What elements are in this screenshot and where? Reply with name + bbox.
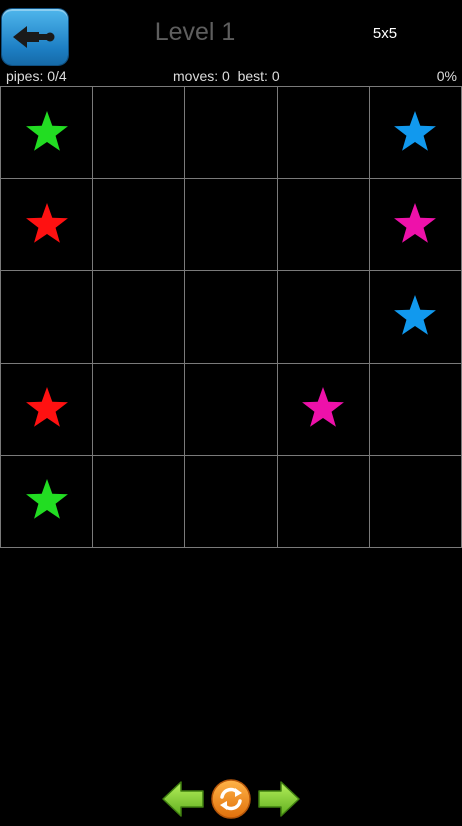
grid-size-label: 5x5	[372, 25, 398, 42]
board-cell[interactable]	[1, 87, 94, 180]
moves-best-counter: moves: 0 best: 0	[173, 68, 280, 84]
right-arrow-icon[interactable]	[257, 780, 301, 818]
refresh-icon[interactable]	[210, 778, 252, 820]
board-cell[interactable]	[93, 363, 186, 456]
board-cell[interactable]	[1, 271, 94, 364]
board-cell[interactable]	[1, 455, 94, 548]
board-cell[interactable]	[185, 271, 278, 364]
board-cell[interactable]	[185, 363, 278, 456]
board-cell[interactable]	[369, 179, 462, 272]
board-cell[interactable]	[277, 271, 370, 364]
board-cell[interactable]	[185, 87, 278, 180]
board-cell[interactable]	[93, 87, 186, 180]
board-cell[interactable]	[1, 179, 94, 272]
board-cell[interactable]	[369, 455, 462, 548]
blue-star-icon	[394, 110, 437, 151]
board-cell[interactable]	[93, 179, 186, 272]
magenta-star-icon	[302, 387, 345, 427]
blue-star-icon	[394, 294, 437, 335]
green-star-icon	[25, 110, 68, 151]
board-cell[interactable]	[185, 179, 278, 272]
board-cell[interactable]	[93, 455, 186, 548]
green-star-icon	[25, 479, 68, 520]
completion-percent: 0%	[436, 68, 457, 84]
red-star-icon	[25, 387, 68, 427]
red-star-icon	[25, 202, 68, 243]
bottom-controls	[0, 776, 462, 822]
board-cell[interactable]	[93, 271, 186, 364]
board-cell[interactable]	[277, 179, 370, 272]
board-cell[interactable]	[369, 363, 462, 456]
left-arrow-icon[interactable]	[161, 780, 205, 818]
pipes-counter: pipes: 0/4	[6, 68, 67, 84]
board-cell[interactable]	[277, 363, 370, 456]
game-board	[0, 86, 462, 548]
board-cell[interactable]	[277, 455, 370, 548]
board-cell[interactable]	[1, 363, 94, 456]
level-title: Level 1	[154, 18, 236, 46]
board-cell[interactable]	[369, 271, 462, 364]
magenta-star-icon	[394, 202, 437, 243]
board-cell[interactable]	[369, 87, 462, 180]
board-cell[interactable]	[277, 87, 370, 180]
board-cell[interactable]	[185, 455, 278, 548]
